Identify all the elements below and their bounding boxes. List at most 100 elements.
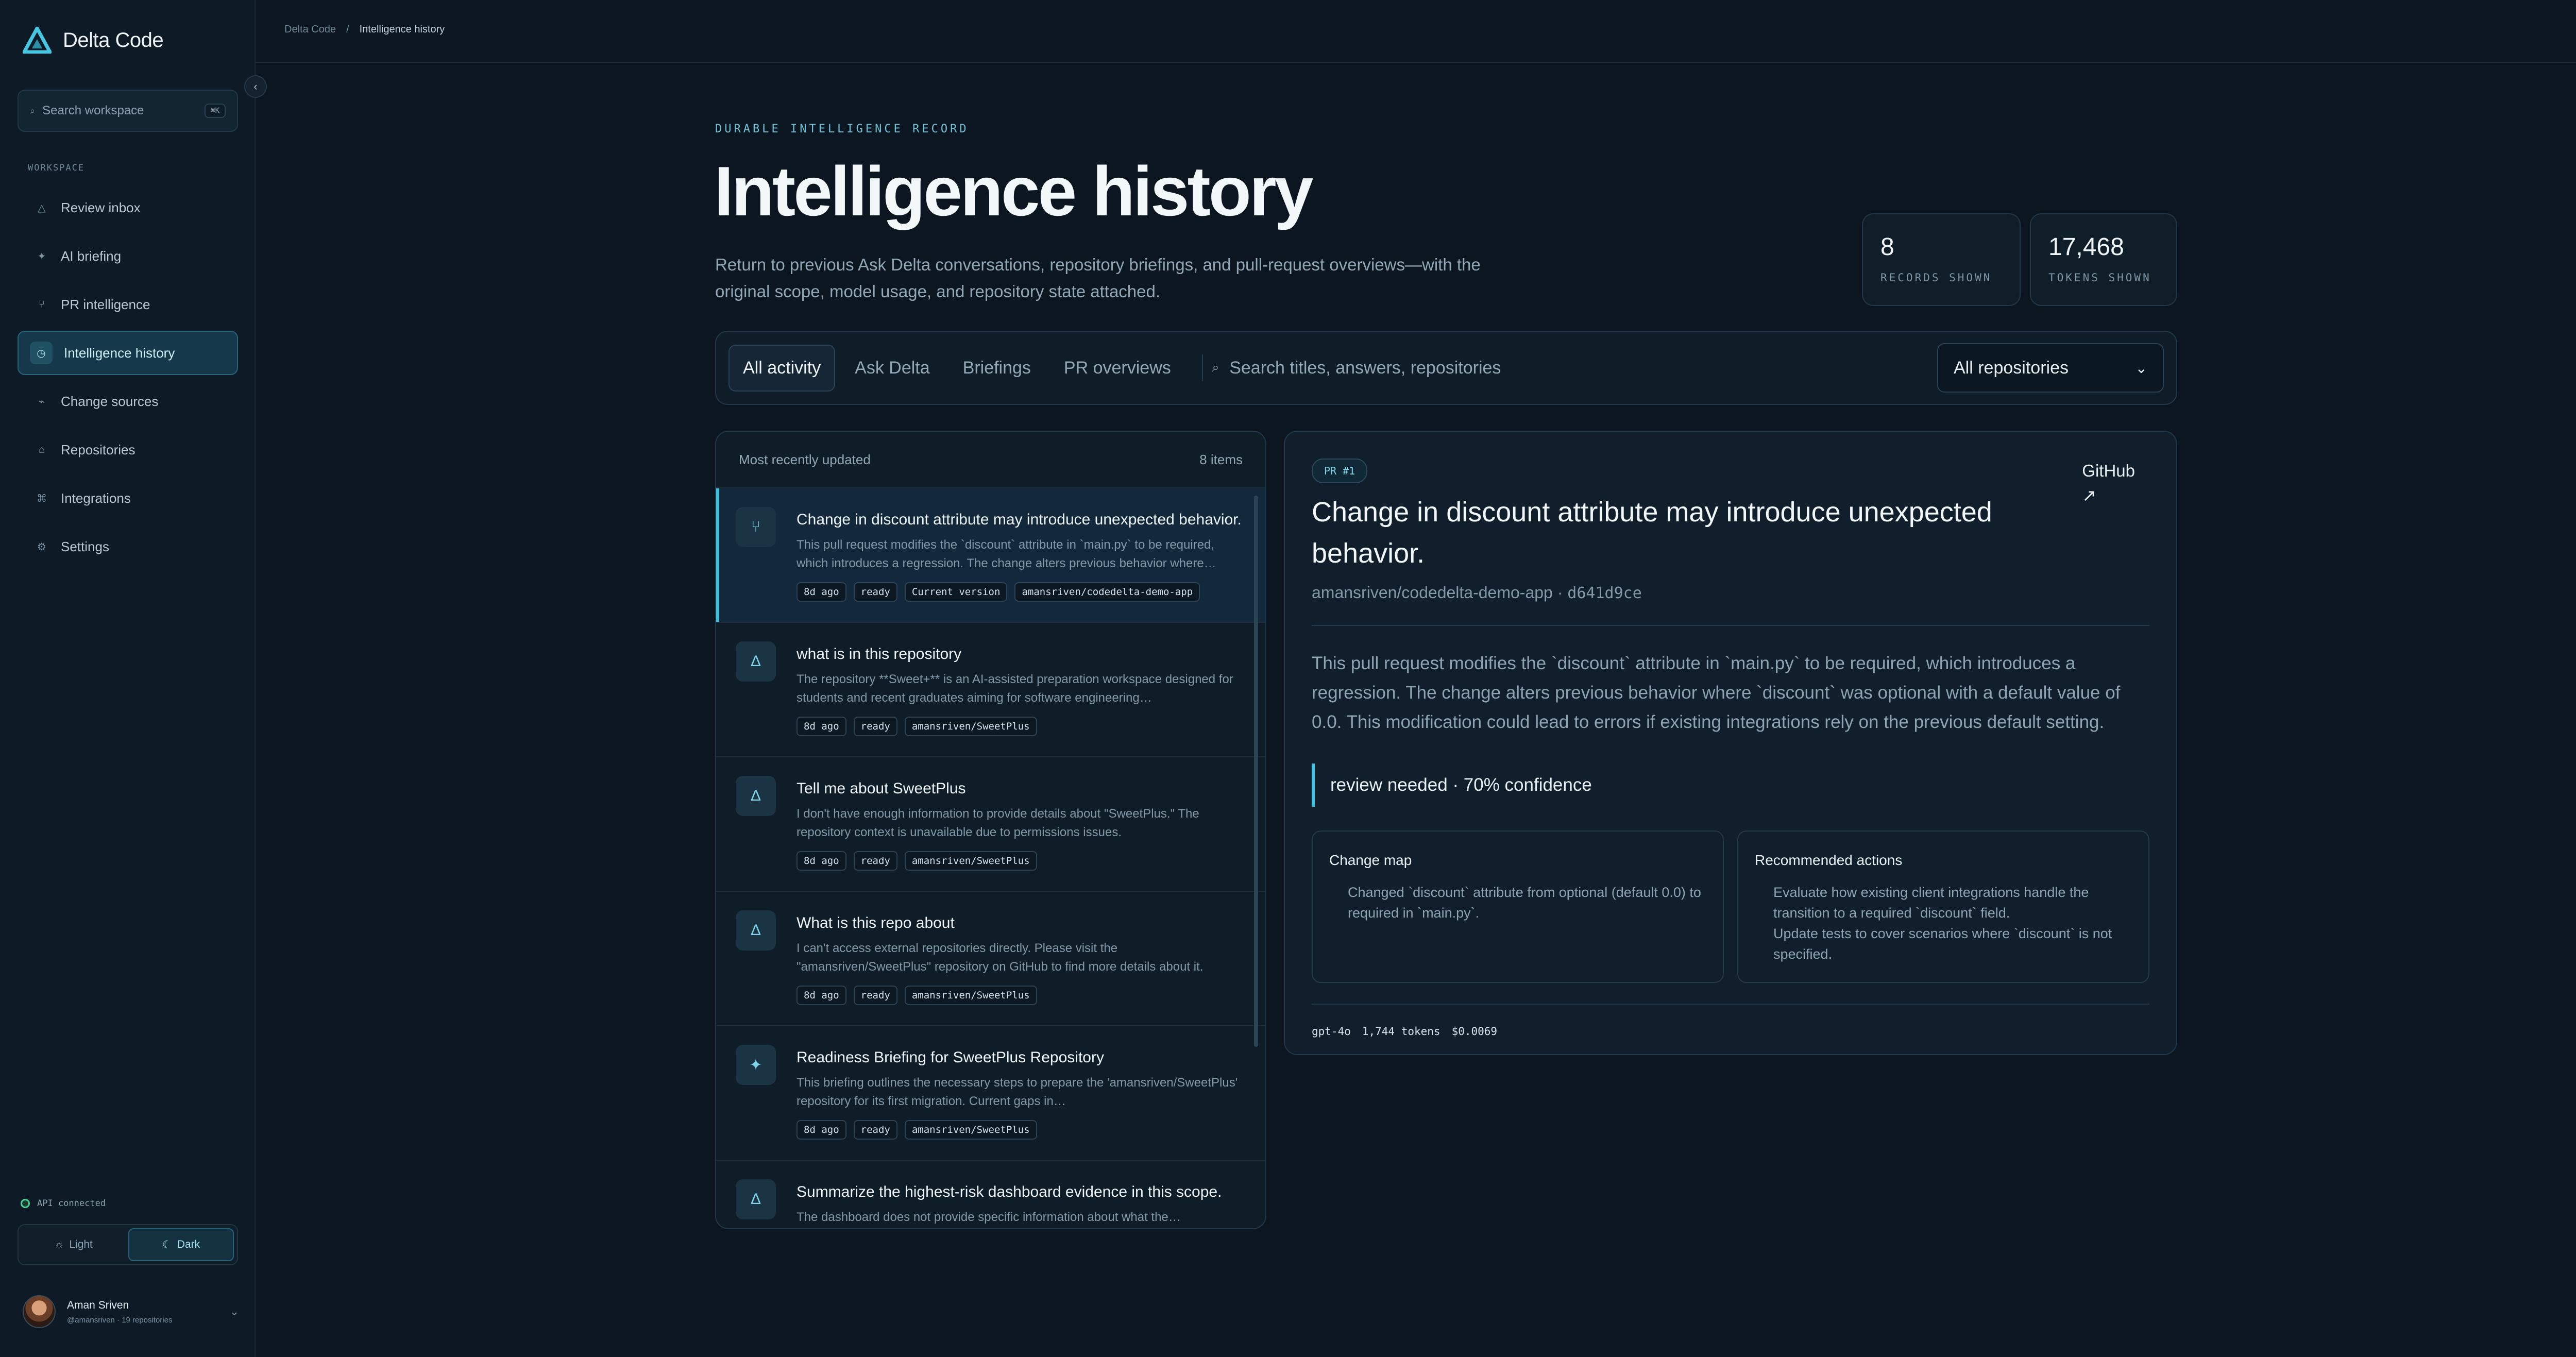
tag-repository: amansriven/SweetPlus — [904, 717, 1037, 736]
list-item[interactable]: Δ what is in this repository The reposit… — [716, 623, 1265, 757]
tab-all-activity[interactable]: All activity — [728, 344, 836, 392]
github-link[interactable]: GitHub ↗ — [2082, 459, 2135, 508]
repository-icon: ⌂ — [38, 444, 45, 455]
sidebar-item-repositories[interactable]: ⌂ Repositories — [18, 428, 238, 472]
list-item-title: Tell me about SweetPlus — [796, 780, 966, 797]
user-menu[interactable]: Aman Sriven @amansriven · 19 repositorie… — [23, 1295, 239, 1328]
gear-icon: ⚙ — [37, 541, 46, 553]
collapse-sidebar-button[interactable]: ‹ — [244, 75, 267, 98]
sidebar-item-integrations[interactable]: ⌘ Integrations — [18, 476, 238, 520]
stat-tokens-value: 17,468 — [2048, 233, 2124, 261]
history-list: Most recently updated 8 items ⑂ Change i… — [715, 431, 1266, 1229]
theme-dark-button[interactable]: ☾ Dark — [128, 1228, 234, 1261]
cost: $0.0069 — [1451, 1025, 1498, 1038]
sidebar-item-pr-intelligence[interactable]: ⑂ PR intelligence — [18, 282, 238, 327]
recommended-actions-card: Recommended actions Evaluate how existin… — [1737, 830, 2149, 983]
list-item-description: This pull request modifies the `discount… — [796, 538, 1216, 570]
list-item[interactable]: ✦ Readiness Briefing for SweetPlus Repos… — [716, 1026, 1265, 1161]
source-icon: ⌁ — [38, 396, 45, 408]
list-item-title: What is this repo about — [796, 914, 955, 931]
record-detail: PR #1 GitHub ↗ Change in discount attrib… — [1284, 431, 2177, 1055]
search-shortcut: ⌘K — [205, 104, 226, 118]
tab-ask-delta[interactable]: Ask Delta — [841, 346, 943, 391]
confidence-callout: review needed · 70% confidence — [1312, 764, 2149, 807]
list-item[interactable]: ⑂ Change in discount attribute may intro… — [716, 488, 1265, 623]
detail-title: Change in discount attribute may introdu… — [1312, 497, 1992, 569]
tag-status: ready — [853, 1120, 897, 1140]
tag-status: ready — [853, 582, 897, 602]
model-name: gpt-4o — [1312, 1025, 1351, 1038]
history-search-input[interactable]: Search titles, answers, repositories — [1229, 358, 1501, 378]
detail-meta: amansriven/codedelta-demo-app · d641d9ce — [1312, 583, 2149, 602]
list-scrollbar[interactable] — [1254, 496, 1258, 1047]
brand[interactable]: Delta Code — [23, 27, 164, 54]
sidebar-item-settings[interactable]: ⚙ Settings — [18, 524, 238, 569]
chevron-down-icon: ⌄ — [229, 1305, 239, 1318]
chevron-left-icon: ‹ — [253, 80, 258, 93]
usage-footer: gpt-4o 1,744 tokens $0.0069 — [1312, 1004, 2149, 1038]
history-search[interactable]: ⌕ Search titles, answers, repositories — [1212, 358, 1937, 378]
workspace-search[interactable]: ⌕ Search workspace ⌘K — [18, 90, 238, 132]
sidebar-item-change-sources[interactable]: ⌁ Change sources — [18, 379, 238, 423]
delta-logo-icon — [23, 27, 52, 54]
api-status-label: API connected — [37, 1198, 106, 1209]
history-icon: ◷ — [30, 342, 53, 364]
repository-select[interactable]: All repositories ⌄ — [1937, 343, 2164, 393]
list-item-description: I don't have enough information to provi… — [796, 807, 1199, 839]
workspace-search-input[interactable]: Search workspace — [42, 104, 197, 118]
pr-badge: PR #1 — [1312, 459, 1368, 483]
sidebar-item-intelligence-history[interactable]: ◷ Intelligence history — [18, 331, 238, 375]
chevron-down-icon: ⌄ — [2135, 360, 2147, 376]
sidebar-item-label: Repositories — [61, 442, 135, 457]
sidebar-item-ai-briefing[interactable]: ✦ AI briefing — [18, 234, 238, 278]
tab-briefings[interactable]: Briefings — [950, 346, 1044, 391]
user-subtitle: @amansriven · 19 repositories — [67, 1315, 173, 1325]
ask-delta-icon: Δ — [736, 910, 776, 951]
repository-select-value: All repositories — [1954, 358, 2069, 378]
page-subtitle: Return to previous Ask Delta conversatio… — [715, 255, 1481, 301]
breadcrumb-separator: / — [346, 24, 349, 35]
change-map-title: Change map — [1329, 852, 1412, 868]
tab-pr-overviews[interactable]: PR overviews — [1050, 346, 1184, 391]
page-eyebrow: DURABLE INTELLIGENCE RECORD — [715, 123, 969, 135]
divider — [1312, 625, 2149, 626]
history-list-rows[interactable]: ⑂ Change in discount attribute may intro… — [716, 488, 1265, 1228]
token-count: 1,744 tokens — [1362, 1025, 1440, 1038]
history-list-header: Most recently updated 8 items — [716, 432, 1265, 488]
tag-repository: amansriven/SweetPlus — [904, 851, 1037, 871]
tag-age: 8d ago — [796, 851, 846, 871]
detail-commit-sha: d641d9ce — [1567, 584, 1642, 602]
avatar — [23, 1295, 56, 1328]
briefing-icon: ✦ — [736, 1045, 776, 1085]
status-dot-icon — [21, 1199, 30, 1208]
stat-tokens: 17,468 TOKENS SHOWN — [2030, 213, 2177, 306]
filter-bar: All activity Ask Delta Briefings PR over… — [715, 331, 2177, 405]
breadcrumb-current: Intelligence history — [359, 24, 445, 35]
tag-status: ready — [853, 986, 897, 1005]
tag-age: 8d ago — [796, 1120, 846, 1140]
list-item-title: Change in discount attribute may introdu… — [796, 511, 1242, 528]
sidebar-item-label: Review inbox — [61, 199, 141, 215]
list-item[interactable]: Δ What is this repo about I can't access… — [716, 892, 1265, 1026]
tag-status: ready — [853, 717, 897, 736]
change-map-item: Changed `discount` attribute from option… — [1348, 885, 1701, 921]
api-status: API connected — [21, 1198, 106, 1209]
user-name: Aman Sriven — [67, 1299, 129, 1311]
sun-icon: ☼ — [54, 1239, 64, 1250]
theme-light-button[interactable]: ☼ Light — [22, 1228, 125, 1261]
list-item[interactable]: Δ Tell me about SweetPlus I don't have e… — [716, 757, 1265, 892]
recommended-action-item: Update tests to cover scenarios where `d… — [1773, 926, 2112, 962]
recommended-actions-title: Recommended actions — [1755, 852, 1903, 868]
sidebar-item-label: Integrations — [61, 490, 131, 506]
sidebar-item-review-inbox[interactable]: △ Review inbox — [18, 185, 238, 230]
tag-age: 8d ago — [796, 582, 846, 602]
brand-name: Delta Code — [63, 28, 164, 52]
detail-repository: amansriven/codedelta-demo-app — [1312, 583, 1553, 602]
list-item-description: I can't access external repositories dir… — [796, 941, 1204, 974]
sidebar-item-label: AI briefing — [61, 248, 122, 264]
theme-light-label: Light — [69, 1239, 93, 1250]
breadcrumb-root[interactable]: Delta Code — [284, 24, 336, 36]
list-item-title: Readiness Briefing for SweetPlus Reposit… — [796, 1049, 1104, 1066]
list-item[interactable]: Δ Summarize the highest-risk dashboard e… — [716, 1161, 1265, 1228]
sidebar-nav: △ Review inbox ✦ AI briefing ⑂ PR intell… — [18, 185, 238, 573]
